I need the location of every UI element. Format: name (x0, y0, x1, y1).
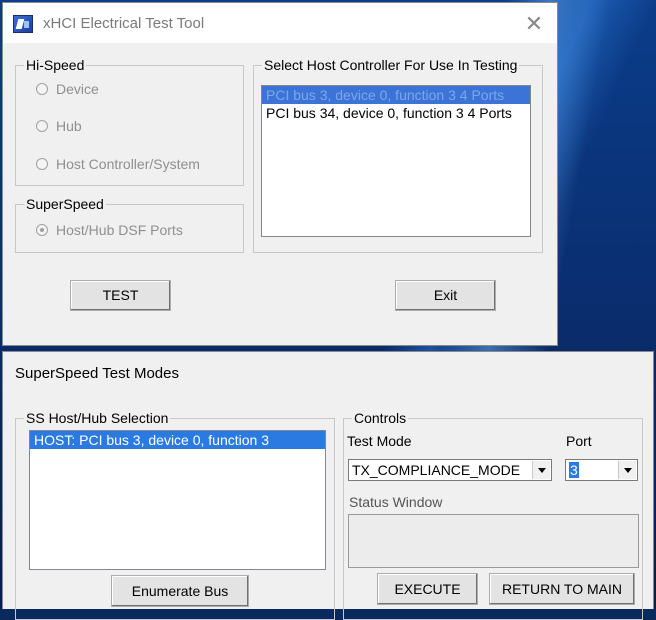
test-mode-label: Test Mode (347, 433, 412, 449)
host-select-legend: Select Host Controller For Use In Testin… (264, 57, 518, 73)
ss-selection-legend: SS Host/Hub Selection (26, 410, 169, 426)
ss-host-hub-list[interactable]: HOST: PCI bus 3, device 0, function 3 (29, 430, 326, 570)
test-mode-value: TX_COMPLIANCE_MODE (352, 462, 521, 478)
radio-circle-checked (36, 224, 48, 236)
superspeed-window: SuperSpeed Test Modes SS Host/Hub Select… (2, 351, 654, 620)
exit-button[interactable]: Exit (395, 280, 496, 311)
window-title: xHCI Electrical Test Tool (43, 15, 205, 32)
test-button[interactable]: TEST (70, 280, 171, 311)
port-select[interactable]: 3 (565, 459, 638, 481)
status-window (348, 514, 639, 568)
enumerate-bus-button[interactable]: Enumerate Bus (111, 575, 249, 607)
radio-circle (36, 83, 48, 95)
return-to-main-button[interactable]: RETURN TO MAIN (489, 573, 635, 605)
close-button[interactable]: ✕ (521, 11, 547, 37)
radio-circle (36, 158, 48, 170)
list-item[interactable]: HOST: PCI bus 3, device 0, function 3 (30, 431, 325, 449)
radio-host-hub-dsf[interactable]: Host/Hub DSF Ports (36, 222, 183, 238)
hispeed-legend: Hi-Speed (26, 57, 85, 73)
xhci-window: xHCI Electrical Test Tool ✕ Hi-Speed Dev… (2, 2, 558, 346)
radio-host-controller-label: Host Controller/System (56, 156, 200, 172)
status-window-label: Status Window (349, 494, 443, 510)
radio-hub-label: Hub (56, 118, 82, 134)
list-item[interactable]: PCI bus 3, device 0, function 3 4 Ports (262, 86, 530, 104)
radio-circle (36, 120, 48, 132)
radio-device-label: Device (56, 81, 99, 97)
port-value: 3 (569, 462, 579, 478)
radio-device[interactable]: Device (36, 81, 99, 97)
superspeed-legend: SuperSpeed (26, 196, 104, 212)
chevron-down-icon[interactable] (532, 461, 550, 479)
title-bar[interactable]: xHCI Electrical Test Tool ✕ (3, 3, 557, 43)
radio-hub[interactable]: Hub (36, 118, 82, 134)
execute-button[interactable]: EXECUTE (377, 573, 478, 605)
radio-host-hub-dsf-label: Host/Hub DSF Ports (56, 222, 183, 238)
port-label: Port (566, 433, 592, 449)
app-icon (13, 15, 33, 33)
host-controller-list[interactable]: PCI bus 3, device 0, function 3 4 Ports … (261, 85, 531, 237)
ss-window-title: SuperSpeed Test Modes (15, 365, 179, 382)
test-mode-select[interactable]: TX_COMPLIANCE_MODE (348, 459, 552, 481)
chevron-down-icon[interactable] (618, 461, 636, 479)
list-item[interactable]: PCI bus 34, device 0, function 3 4 Ports (262, 104, 530, 122)
controls-legend: Controls (354, 410, 407, 426)
radio-host-controller[interactable]: Host Controller/System (36, 156, 200, 172)
